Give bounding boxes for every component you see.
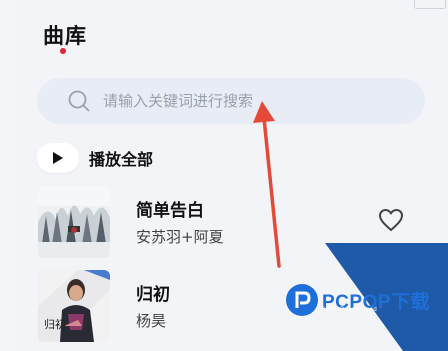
play-icon [53, 152, 63, 164]
play-all-label: 播放全部 [89, 150, 154, 169]
window-corner-indicator [414, 0, 446, 9]
watermark-subtext: PCPOP Download [321, 307, 378, 313]
like-button[interactable] [378, 208, 404, 236]
pcpop-logo-icon [286, 284, 318, 316]
active-tab-indicator [60, 48, 66, 54]
song-artist: 安苏羽+阿夏 [136, 228, 224, 246]
heart-icon [378, 208, 404, 232]
song-title: 归初 [136, 285, 170, 305]
play-all-button[interactable] [37, 143, 79, 173]
album-cover: 归初 [38, 270, 110, 342]
album-cover [38, 186, 110, 258]
play-all-row[interactable]: 播放全部 [37, 143, 153, 173]
svg-text:归初: 归初 [44, 317, 66, 331]
song-artist: 杨昊 [136, 312, 167, 330]
search-bar[interactable] [37, 78, 425, 124]
song-title: 简单告白 [136, 201, 204, 221]
search-icon [68, 90, 90, 112]
page-title: 曲库 [43, 24, 87, 48]
search-input[interactable] [101, 91, 385, 111]
